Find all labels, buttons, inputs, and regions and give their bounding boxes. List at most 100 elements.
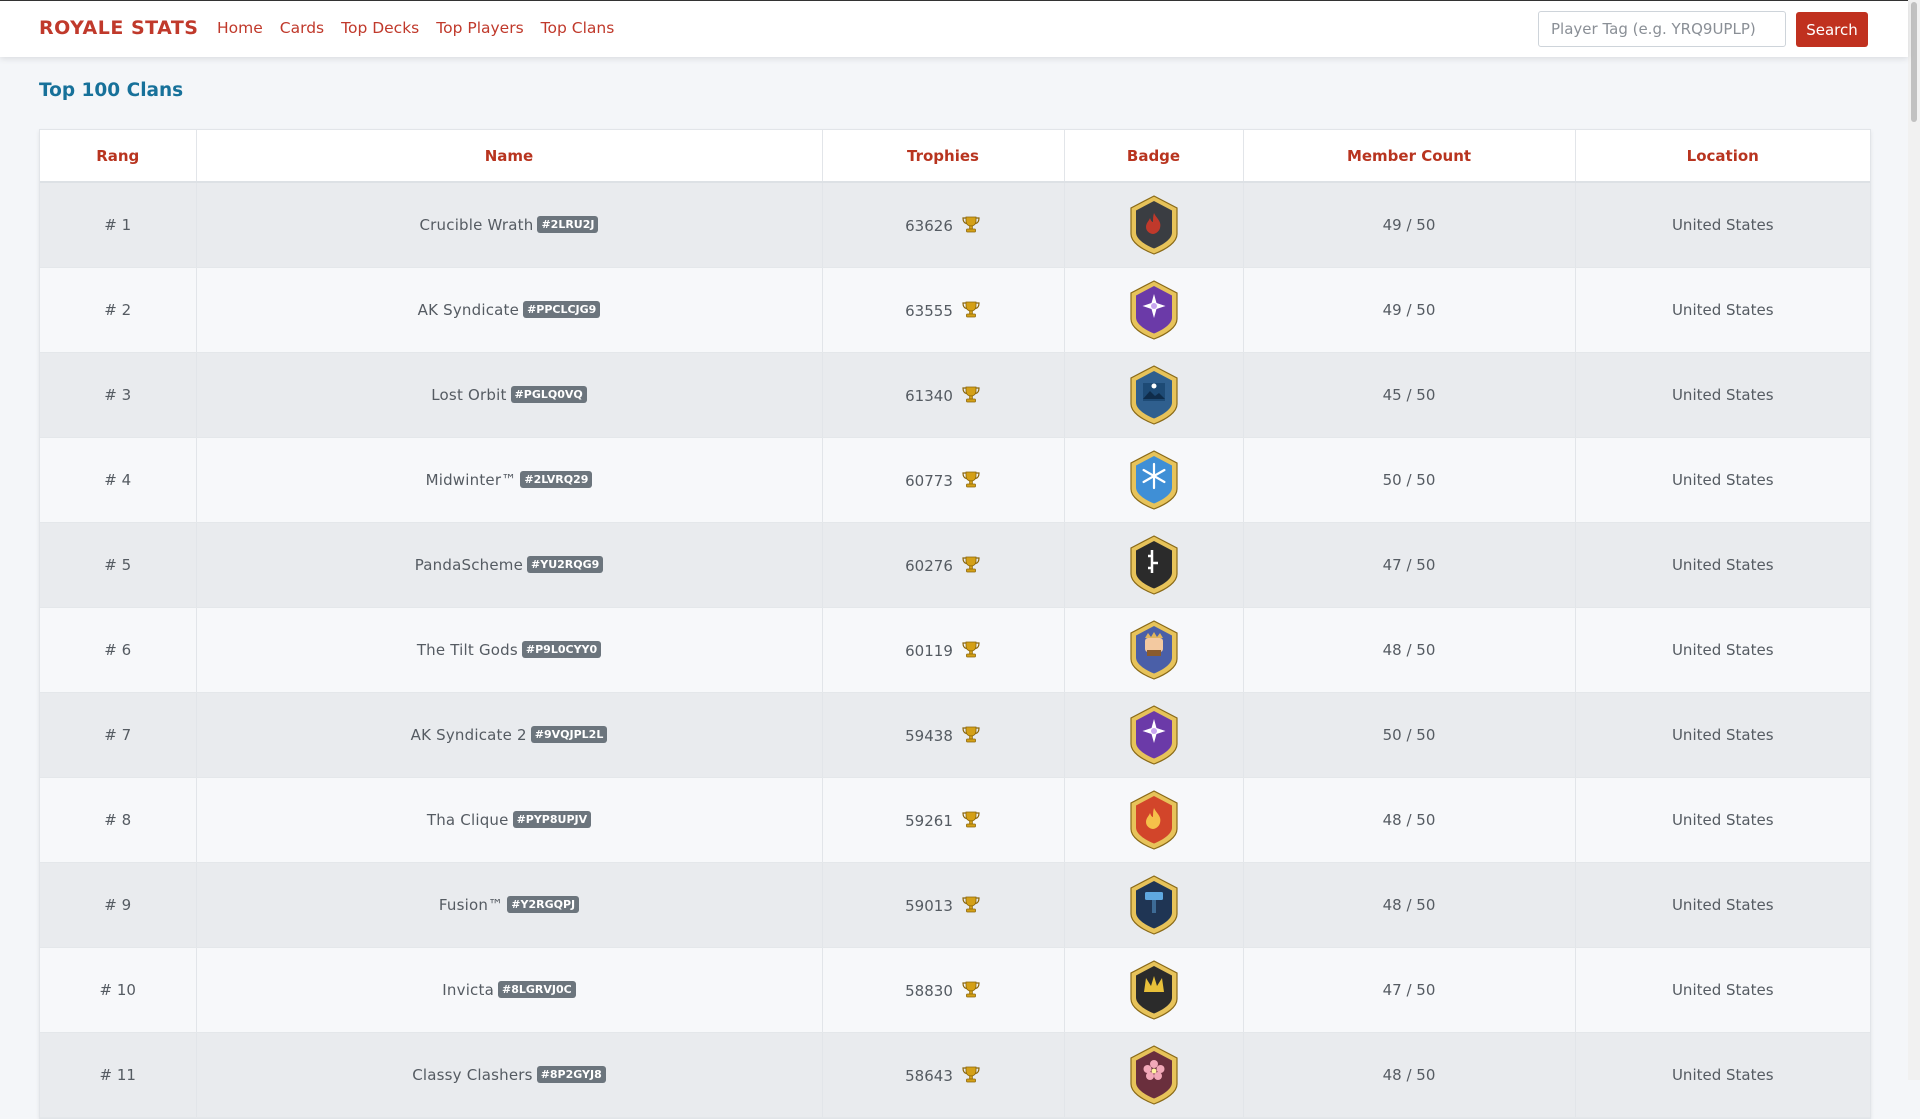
rank-cell: # 7 <box>40 692 197 778</box>
trophies-cell: 59261 <box>822 777 1065 863</box>
clan-name-link[interactable]: PandaScheme <box>415 556 523 574</box>
clan-name-link[interactable]: AK Syndicate 2 <box>411 726 527 744</box>
rank-cell: # 8 <box>40 777 197 863</box>
trophies-cell: 61340 <box>822 352 1065 438</box>
rank-cell: # 2 <box>40 267 197 353</box>
trophies-value: 60276 <box>905 557 953 575</box>
member-count-cell: 48 / 50 <box>1243 607 1576 693</box>
clan-tag-badge: #9VQJPL2L <box>530 726 608 743</box>
bamboo-badge-icon <box>1129 535 1178 595</box>
trophies-cell: 60276 <box>822 522 1065 608</box>
nav-top-decks[interactable]: Top Decks <box>341 19 419 37</box>
clans-table: Rang Name Trophies Badge Member Count Lo… <box>40 130 1870 1118</box>
trophies-value: 60119 <box>905 642 953 660</box>
badge-cell <box>1064 777 1244 863</box>
location-cell: United States <box>1575 862 1870 948</box>
table-row[interactable]: # 8 Tha Clique #PYP8UPJV 59261 48 / 50 Un… <box>40 777 1870 863</box>
member-count-cell: 47 / 50 <box>1243 522 1576 608</box>
nav-home[interactable]: Home <box>217 19 263 37</box>
rank-cell: # 9 <box>40 862 197 948</box>
nav-top-clans[interactable]: Top Clans <box>541 19 615 37</box>
clan-name-link[interactable]: The Tilt Gods <box>417 641 518 659</box>
name-cell: Lost Orbit #PGLQ0VQ <box>196 352 823 438</box>
location-cell: United States <box>1575 692 1870 778</box>
name-cell: Crucible Wrath #2LRU2J <box>196 182 823 268</box>
page-scrollbar[interactable] <box>1908 0 1920 1080</box>
trophies-value: 63555 <box>905 302 953 320</box>
scrollbar-thumb[interactable] <box>1911 2 1917 122</box>
clan-tag-badge: #PGLQ0VQ <box>510 386 587 403</box>
trophy-icon <box>961 300 981 320</box>
trophies-value: 58830 <box>905 982 953 1000</box>
table-row[interactable]: # 11 Classy Clashers #8P2GYJ8 58643 48 / … <box>40 1032 1870 1118</box>
player-tag-search-input[interactable] <box>1538 11 1786 47</box>
table-row[interactable]: # 2 AK Syndicate #PPCLCJG9 63555 49 / 50 … <box>40 267 1870 353</box>
badge-cell <box>1064 182 1244 268</box>
clan-tag-badge: #2LVRQ29 <box>520 471 593 488</box>
header-rang[interactable]: Rang <box>40 130 197 183</box>
member-count-cell: 45 / 50 <box>1243 352 1576 438</box>
clan-name-link[interactable]: Crucible Wrath <box>420 216 534 234</box>
rank-cell: # 10 <box>40 947 197 1033</box>
clan-name-link[interactable]: Fusion™ <box>439 896 503 914</box>
location-cell: United States <box>1575 947 1870 1033</box>
clan-name-link[interactable]: Lost Orbit <box>431 386 506 404</box>
location-cell: United States <box>1575 437 1870 523</box>
header-name[interactable]: Name <box>196 130 823 183</box>
trophies-value: 59438 <box>905 727 953 745</box>
trophies-value: 61340 <box>905 387 953 405</box>
clan-name-link[interactable]: Classy Clashers <box>412 1066 532 1084</box>
search-button[interactable]: Search <box>1796 12 1868 47</box>
member-count-cell: 49 / 50 <box>1243 182 1576 268</box>
member-count-cell: 50 / 50 <box>1243 692 1576 778</box>
clan-name-link[interactable]: Tha Clique <box>427 811 509 829</box>
table-row[interactable]: # 7 AK Syndicate 2 #9VQJPL2L 59438 50 / 5… <box>40 692 1870 778</box>
nav-top-players[interactable]: Top Players <box>436 19 523 37</box>
clan-name-link[interactable]: AK Syndicate <box>418 301 519 319</box>
brand-logo[interactable]: ROYALE STATS <box>39 17 199 39</box>
table-row[interactable]: # 9 Fusion™ #Y2RGQPJ 59013 48 / 50 United… <box>40 862 1870 948</box>
clan-tag-badge: #PPCLCJG9 <box>523 301 601 318</box>
name-cell: AK Syndicate #PPCLCJG9 <box>196 267 823 353</box>
member-count-cell: 50 / 50 <box>1243 437 1576 523</box>
table-row[interactable]: # 10 Invicta #8LGRVJ0C 58830 47 / 50 Unit… <box>40 947 1870 1033</box>
table-row[interactable]: # 1 Crucible Wrath #2LRU2J 63626 49 / 50 … <box>40 182 1870 268</box>
trophies-cell: 58643 <box>822 1032 1065 1118</box>
name-cell: Invicta #8LGRVJ0C <box>196 947 823 1033</box>
header-badge[interactable]: Badge <box>1064 130 1244 183</box>
trophies-value: 60773 <box>905 472 953 490</box>
table-header-row: Rang Name Trophies Badge Member Count Lo… <box>40 130 1870 183</box>
location-cell: United States <box>1575 1032 1870 1118</box>
king-badge-icon <box>1129 620 1178 680</box>
name-cell: PandaScheme #YU2RQG9 <box>196 522 823 608</box>
table-row[interactable]: # 3 Lost Orbit #PGLQ0VQ 61340 45 / 50 Uni… <box>40 352 1870 438</box>
table-row[interactable]: # 6 The Tilt Gods #P9L0CYY0 60119 48 / 50… <box>40 607 1870 693</box>
nav-cards[interactable]: Cards <box>280 19 324 37</box>
clan-tag-badge: #8P2GYJ8 <box>536 1066 606 1083</box>
star-badge-icon <box>1129 705 1178 765</box>
rank-cell: # 4 <box>40 437 197 523</box>
member-count-cell: 49 / 50 <box>1243 267 1576 353</box>
top-navbar: ROYALE STATS Home Cards Top Decks Top Pl… <box>0 0 1908 57</box>
rank-cell: # 1 <box>40 182 197 268</box>
table-row[interactable]: # 5 PandaScheme #YU2RQG9 60276 47 / 50 Un… <box>40 522 1870 608</box>
header-member-count[interactable]: Member Count <box>1243 130 1576 183</box>
badge-cell <box>1064 692 1244 778</box>
trophies-value: 59013 <box>905 897 953 915</box>
badge-cell <box>1064 522 1244 608</box>
clan-tag-badge: #P9L0CYY0 <box>521 641 602 658</box>
trophies-cell: 59438 <box>822 692 1065 778</box>
name-cell: AK Syndicate 2 #9VQJPL2L <box>196 692 823 778</box>
clan-tag-badge: #2LRU2J <box>537 216 599 233</box>
page-title: Top 100 Clans <box>39 80 184 101</box>
clan-name-link[interactable]: Midwinter™ <box>426 471 517 489</box>
table-row[interactable]: # 4 Midwinter™ #2LVRQ29 60773 50 / 50 Uni… <box>40 437 1870 523</box>
rank-cell: # 11 <box>40 1032 197 1118</box>
snowflake-badge-icon <box>1129 450 1178 510</box>
header-location[interactable]: Location <box>1575 130 1870 183</box>
name-cell: Classy Clashers #8P2GYJ8 <box>196 1032 823 1118</box>
header-trophies[interactable]: Trophies <box>822 130 1065 183</box>
clan-name-link[interactable]: Invicta <box>442 981 494 999</box>
location-cell: United States <box>1575 607 1870 693</box>
badge-cell <box>1064 352 1244 438</box>
